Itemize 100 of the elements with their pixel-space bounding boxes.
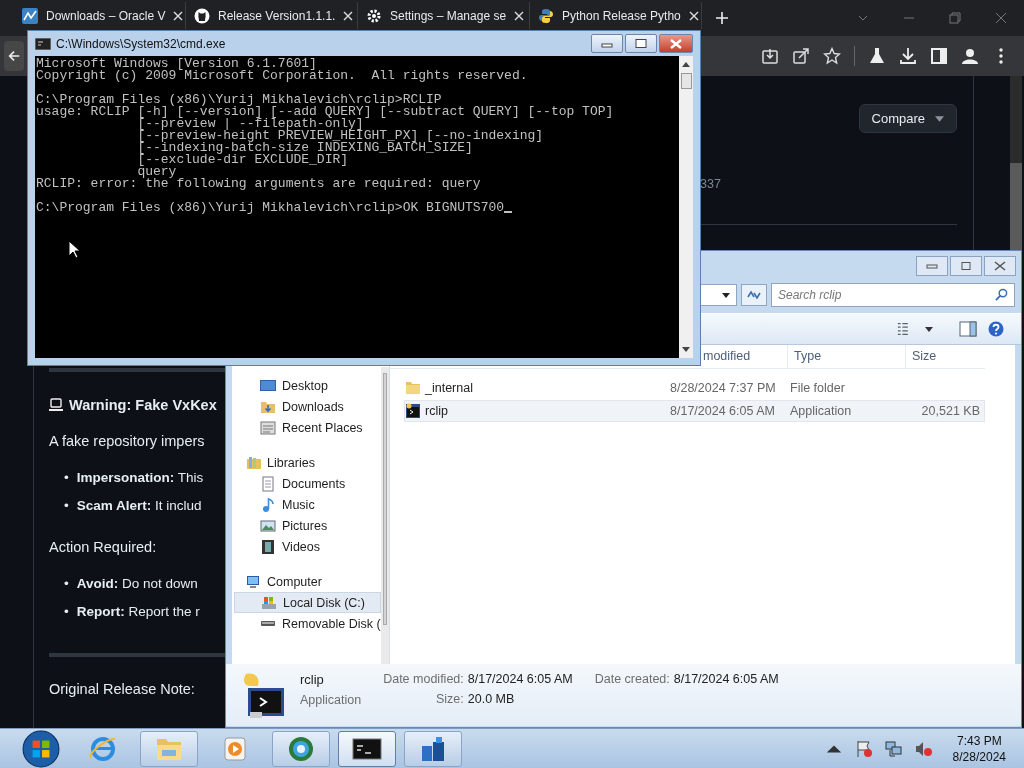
window-icon: [260, 419, 276, 436]
refresh-button[interactable]: [741, 284, 767, 306]
search-field[interactable]: Search rclip: [771, 283, 1015, 307]
close-icon: [994, 261, 1006, 271]
console-line: Copyright (c) 2009 Microsoft Corporation. All rights reserved.: [36, 70, 528, 82]
app-icon: [242, 672, 286, 718]
field-label: Date modified:: [383, 672, 464, 686]
console-line: C:\Program Files (x86)\Yurij Mikhalevich\rclip>OK BIGNUTS700: [36, 202, 505, 214]
minimize-icon: [926, 262, 938, 270]
console-line: query: [136, 166, 177, 178]
console-line: [--exclude-dir EXCLUDE_DIR]: [136, 154, 349, 166]
picture-icon: [260, 517, 276, 534]
column-header[interactable]: modified: [703, 345, 787, 368]
share-icon[interactable]: [792, 47, 810, 65]
file-name: rclip: [300, 672, 325, 687]
music-icon: [260, 496, 276, 513]
field-value: 8/17/2024 6:05 AM: [673, 672, 779, 686]
nav-item[interactable]: Pictures: [232, 515, 381, 536]
film-icon: [260, 538, 276, 555]
pointer-icon: [68, 240, 80, 259]
profile-icon[interactable]: [961, 47, 979, 65]
console-line: RCLIP: error: the following arguments are required: query: [36, 178, 481, 190]
warning-heading: Warning: Fake VxKex: [69, 397, 217, 413]
clock[interactable]: 7:43 PM 8/28/2024: [952, 732, 1006, 765]
cat-icon: [194, 7, 210, 24]
maximize-button[interactable]: [950, 256, 982, 276]
browser-tab[interactable]: Python Release Pytho: [530, 2, 702, 29]
scrollbar[interactable]: [380, 367, 389, 664]
folder-icon: [405, 380, 421, 396]
close-icon: [670, 38, 682, 49]
settings-icon: [366, 7, 382, 24]
nav-item[interactable]: Documents: [232, 473, 381, 494]
console-line: [--preview-height PREVIEW_HEIGHT_PX] [--no-indexing]: [136, 130, 544, 142]
browser-tab[interactable]: Settings – Manage se: [358, 2, 530, 29]
file-row[interactable]: rclip 8/17/2024 6:05 AM Application 20,521 KB: [404, 400, 985, 422]
nav-item[interactable]: Libraries: [232, 452, 381, 473]
download-icon[interactable]: [899, 47, 917, 65]
desktop-icon: [260, 377, 276, 394]
caret-icon[interactable]: [925, 326, 933, 332]
down-arrow-icon[interactable]: [682, 347, 690, 352]
maximize-button[interactable]: [625, 34, 657, 53]
caret-icon: [935, 115, 944, 122]
install-icon[interactable]: [761, 47, 779, 65]
window-title: C:\Windows\System32\cmd.exe: [56, 36, 226, 51]
commit-text: 337: [700, 177, 721, 191]
bullet-marker: •: [64, 603, 69, 619]
browser-tab[interactable]: Release Version1.1.1.: [186, 2, 358, 29]
nav-item[interactable]: Removable Disk (: [232, 613, 381, 634]
taskbar-button[interactable]: [404, 730, 462, 767]
drive-icon: [260, 620, 276, 627]
section-heading: Action Required:: [49, 539, 157, 555]
flag-icon[interactable]: [854, 739, 873, 758]
app-icon: [405, 403, 421, 419]
star-icon[interactable]: [823, 47, 841, 65]
library-icon: [246, 454, 262, 471]
bullet-text: Report: Report the r: [76, 603, 200, 619]
sidebar-icon[interactable]: [930, 47, 948, 65]
column-header[interactable]: Size: [905, 345, 985, 368]
up-arrow-icon[interactable]: [682, 62, 690, 67]
flask-icon[interactable]: [868, 47, 886, 65]
bullet-text: Avoid: Do not down: [76, 575, 198, 591]
compare-button[interactable]: Compare: [858, 104, 957, 133]
bullet-text: Scam Alert: It includ: [76, 497, 202, 513]
table-cell-text: 8/17/2024 6:05 AM: [669, 404, 776, 418]
browser-tab[interactable]: Downloads – Oracle V: [14, 2, 186, 29]
plus-icon[interactable]: [716, 12, 728, 24]
table-cell-text: File folder: [789, 381, 846, 395]
nav-item[interactable]: Local Disk (C:): [234, 592, 381, 613]
table-cell-text: 8/28/2024 7:37 PM: [669, 381, 777, 395]
bullet-marker: •: [64, 575, 69, 591]
scroll-thumb[interactable]: [680, 73, 692, 89]
nav-item[interactable]: Downloads: [232, 396, 381, 417]
taskbar-button[interactable]: [338, 730, 396, 767]
nav-item[interactable]: Videos: [232, 536, 381, 557]
back-button[interactable]: [4, 41, 24, 71]
field-value: 20.0 MB: [467, 692, 516, 706]
nav-item[interactable]: Recent Places: [232, 417, 381, 438]
preview-pane-icon[interactable]: [959, 321, 977, 337]
field-value: 8/17/2024 6:05 AM: [467, 672, 573, 686]
bullet-marker: •: [64, 469, 69, 485]
address-field[interactable]: [700, 284, 737, 306]
console-line: [--indexing-batch-size INDEXING_BATCH_SIZE]: [136, 142, 473, 154]
restore-icon[interactable]: [949, 12, 961, 24]
file-row[interactable]: _internal 8/28/2024 7:37 PM File folder: [404, 377, 985, 399]
document-icon: [260, 475, 276, 492]
start-button[interactable]: [22, 729, 60, 768]
nav-item[interactable]: Desktop: [232, 375, 381, 396]
help-icon[interactable]: [987, 321, 1005, 337]
scrollbar[interactable]: [679, 56, 693, 358]
network-icon[interactable]: [884, 739, 903, 758]
maximize-icon: [635, 39, 647, 48]
field-label: Size:: [434, 692, 464, 706]
nav-item[interactable]: Music: [232, 494, 381, 515]
column-header[interactable]: Type: [787, 345, 905, 368]
close-button[interactable]: [984, 256, 1016, 276]
bullet-marker: •: [64, 497, 69, 513]
close-button[interactable]: [659, 34, 693, 53]
file-name: _internal: [425, 381, 473, 395]
nav-item[interactable]: Computer: [232, 571, 381, 592]
section-heading: Original Release Note:: [49, 681, 195, 697]
